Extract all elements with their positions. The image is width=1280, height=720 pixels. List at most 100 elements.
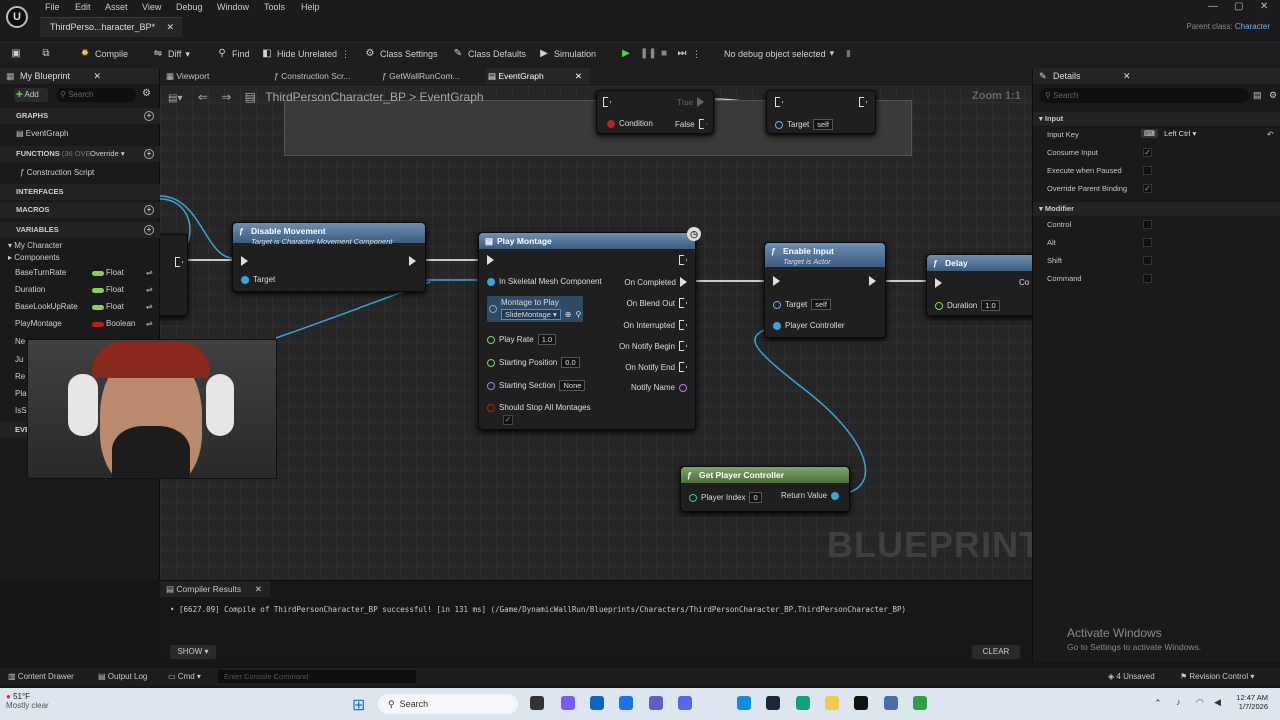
player-controller-pin[interactable]: Player Controller bbox=[773, 321, 845, 330]
interfaces-section[interactable]: INTERFACES bbox=[0, 184, 160, 200]
variable-row[interactable]: PlayMontage Boolean ⇌ bbox=[0, 316, 160, 332]
variables-section[interactable]: VARIABLES + bbox=[0, 222, 160, 238]
eye-icon[interactable]: ⇌ bbox=[146, 265, 153, 281]
consume-input-checkbox[interactable]: ✓ bbox=[1143, 148, 1152, 157]
blueprint-search-input[interactable]: ⚲ Search bbox=[56, 88, 136, 102]
graph-canvas[interactable]: ▤▾ ⇐ ⇒ ▤ ThirdPersonCharacter_BP > Event… bbox=[160, 86, 1032, 580]
play-rate-pin[interactable]: Play Rate 1.0 bbox=[487, 334, 557, 345]
steam-icon[interactable] bbox=[766, 696, 780, 710]
parent-class-value[interactable]: Character bbox=[1235, 22, 1270, 31]
minimize-icon[interactable]: — bbox=[1208, 1, 1218, 12]
forward-icon[interactable]: ⇒ bbox=[221, 90, 231, 104]
tab-construction-script[interactable]: ƒ Construction Scr... bbox=[274, 71, 351, 81]
back-icon[interactable]: ⇐ bbox=[198, 90, 208, 104]
on-notify-begin-pin[interactable]: On Notify Begin bbox=[619, 341, 687, 351]
player-index-pin[interactable]: Player Index 0 bbox=[689, 492, 762, 503]
exec-out-pin[interactable] bbox=[679, 255, 687, 265]
disable-movement-node[interactable]: ƒ Disable Movement Target is Character M… bbox=[232, 222, 426, 292]
exec-in-pin[interactable] bbox=[935, 278, 942, 288]
volume-icon[interactable]: ◀ bbox=[1214, 697, 1221, 708]
browse-asset-icon[interactable]: ⚲ bbox=[575, 310, 581, 319]
tab-close-icon[interactable]: ✕ bbox=[575, 71, 582, 82]
execute-when-paused-checkbox[interactable] bbox=[1143, 166, 1152, 175]
compiler-results-tab[interactable]: ▤ Compiler Results ✕ bbox=[160, 581, 270, 597]
eye-icon[interactable]: ⇌ bbox=[146, 299, 153, 315]
branch-exec-in-pin[interactable] bbox=[603, 97, 611, 107]
event-graph-item[interactable]: ▤ EventGraph bbox=[0, 126, 160, 142]
console-input[interactable]: Enter Console Command bbox=[218, 670, 416, 683]
target-pin[interactable]: Target self bbox=[775, 119, 833, 130]
debug-filter-icon[interactable]: ▮ bbox=[846, 48, 851, 59]
exec-in-pin[interactable] bbox=[775, 97, 783, 107]
revision-control-button[interactable]: ⚑ Revision Control ▾ bbox=[1180, 672, 1254, 681]
details-close-icon[interactable]: ✕ bbox=[1123, 68, 1131, 84]
hide-unrelated-button[interactable]: ◧ Hide Unrelated ⋮ bbox=[261, 48, 350, 60]
on-notify-end-pin[interactable]: On Notify End bbox=[625, 362, 687, 372]
my-blueprint-close-icon[interactable]: ✕ bbox=[93, 68, 101, 84]
command-checkbox[interactable] bbox=[1143, 274, 1152, 283]
menu-tools[interactable]: Tools bbox=[264, 2, 285, 12]
stop-all-checkbox[interactable]: ✓ bbox=[503, 415, 513, 425]
diff-button[interactable]: ⇋ Diff ▾ bbox=[152, 48, 190, 60]
browse-icon[interactable]: ⧉ bbox=[40, 48, 52, 60]
variable-row[interactable]: BaseTurnRate Float ⇌ bbox=[0, 265, 160, 281]
target-pin[interactable]: Target self bbox=[773, 299, 831, 310]
eye-icon[interactable]: ⇌ bbox=[146, 316, 153, 332]
return-value-pin[interactable]: Return Value bbox=[781, 491, 840, 500]
window-close-icon[interactable]: ✕ bbox=[1260, 1, 1268, 12]
breadcrumb-blueprint[interactable]: ThirdPersonCharacter_BP bbox=[265, 90, 406, 104]
exec-in-pin[interactable] bbox=[773, 276, 780, 286]
completed-pin-label[interactable]: Co bbox=[1019, 278, 1029, 287]
macros-section[interactable]: MACROS + bbox=[0, 202, 160, 218]
on-blend-out-pin[interactable]: On Blend Out bbox=[627, 298, 687, 308]
on-completed-pin[interactable]: On Completed bbox=[624, 277, 687, 287]
document-tab[interactable]: ThirdPerso...haracter_BP* ✕ bbox=[40, 17, 182, 37]
table-view-icon[interactable]: ▤ bbox=[1253, 90, 1262, 101]
use-selected-icon[interactable]: ⊕ bbox=[565, 310, 572, 319]
close-icon[interactable]: ✕ bbox=[166, 18, 174, 37]
hamburger-menu-icon[interactable]: ▤▾ bbox=[168, 93, 182, 104]
components-category[interactable]: ▸ Components bbox=[0, 250, 160, 266]
menu-file[interactable]: File bbox=[45, 2, 60, 12]
exec-out-pin[interactable] bbox=[859, 97, 867, 107]
target-pin[interactable]: Target bbox=[241, 275, 275, 284]
exec-out-pin[interactable] bbox=[869, 276, 876, 286]
microphone-icon[interactable]: ♪ bbox=[1176, 697, 1181, 707]
compile-button[interactable]: ✹ Compile bbox=[79, 48, 128, 60]
branch-true-pin[interactable]: True bbox=[677, 97, 705, 107]
player-index-value[interactable]: 0 bbox=[749, 492, 762, 503]
app-icon[interactable] bbox=[913, 696, 927, 710]
menu-help[interactable]: Help bbox=[301, 2, 320, 12]
menu-edit[interactable]: Edit bbox=[75, 2, 91, 12]
get-player-controller-node[interactable]: ƒ Get Player Controller Player Index 0 Re… bbox=[680, 466, 850, 512]
class-settings-button[interactable]: ⚙ Class Settings bbox=[364, 48, 438, 60]
discord-icon[interactable] bbox=[678, 696, 692, 710]
starting-position-value[interactable]: 0.0 bbox=[561, 357, 580, 368]
tab-viewport[interactable]: ▦ Viewport bbox=[166, 71, 209, 82]
shift-checkbox[interactable] bbox=[1143, 256, 1152, 265]
details-settings-icon[interactable]: ⚙ bbox=[1269, 90, 1277, 101]
teams-icon[interactable] bbox=[649, 696, 663, 710]
my-blueprint-tab[interactable]: ▦ My Blueprint ✕ bbox=[0, 68, 159, 84]
graphs-section[interactable]: GRAPHS + bbox=[0, 108, 160, 124]
cmd-dropdown[interactable]: ▭ Cmd ▾ bbox=[168, 672, 201, 681]
maximize-icon[interactable]: ▢ bbox=[1234, 1, 1243, 12]
copilot-icon[interactable] bbox=[561, 696, 575, 710]
functions-section[interactable]: FUNCTIONS (36 OVE Override ▾ + bbox=[0, 146, 160, 162]
add-graph-icon[interactable]: + bbox=[144, 111, 154, 121]
menu-window[interactable]: Window bbox=[217, 2, 249, 12]
details-search-input[interactable]: ⚲ Search bbox=[1039, 88, 1249, 103]
input-key-selector[interactable]: ⌨ Left Ctrl ▾ bbox=[1141, 129, 1237, 141]
tab-get-wall-run[interactable]: ƒ GetWallRunCom... bbox=[382, 71, 460, 81]
exec-out-pin[interactable] bbox=[175, 257, 183, 267]
branch-condition-pin[interactable]: Condition bbox=[607, 119, 653, 128]
eye-icon[interactable]: ⇌ bbox=[146, 282, 153, 298]
branch-false-pin[interactable]: False bbox=[675, 119, 707, 129]
add-variable-icon[interactable]: + bbox=[144, 225, 154, 235]
output-log-button[interactable]: ▤ Output Log bbox=[98, 672, 147, 681]
clear-button[interactable]: CLEAR bbox=[972, 645, 1020, 659]
exec-out-pin[interactable] bbox=[409, 256, 416, 266]
content-drawer-button[interactable]: ▥ Content Drawer bbox=[8, 672, 74, 681]
modifier-section[interactable]: ▾ Modifier bbox=[1033, 202, 1280, 216]
play-button[interactable]: ▶ bbox=[620, 48, 632, 60]
